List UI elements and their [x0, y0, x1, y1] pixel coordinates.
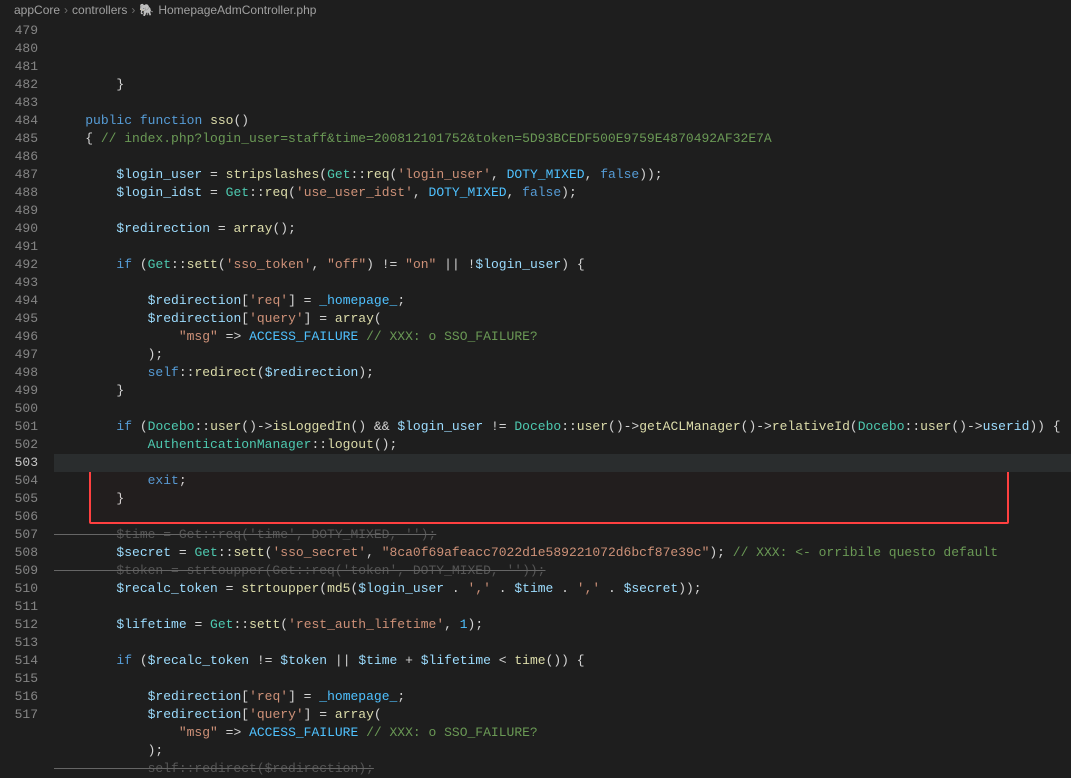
code-line[interactable]: $time = Get::req('time', DOTY_MIXED, '')…: [54, 526, 1071, 544]
line-number: 501: [0, 418, 38, 436]
line-number: 506: [0, 508, 38, 526]
breadcrumb-seg-0[interactable]: appCore: [14, 3, 60, 17]
code-line[interactable]: [54, 400, 1071, 418]
code-line[interactable]: if (Get::sett('sso_token', "off") != "on…: [54, 256, 1071, 274]
breadcrumb-seg-1[interactable]: controllers: [72, 3, 127, 17]
code-line[interactable]: $login_user = stripslashes(Get::req('log…: [54, 166, 1071, 184]
code-line[interactable]: if ($recalc_token != $token || $time + $…: [54, 652, 1071, 670]
code-line[interactable]: [54, 670, 1071, 688]
breadcrumb-sep-icon: ›: [131, 3, 135, 17]
line-number: 507: [0, 526, 38, 544]
code-line[interactable]: { // index.php?login_user=staff&time=200…: [54, 130, 1071, 148]
line-number: 509: [0, 562, 38, 580]
code-line[interactable]: [54, 634, 1071, 652]
code-line[interactable]: $login_idst = Get::req('use_user_idst', …: [54, 184, 1071, 202]
line-number: 481: [0, 58, 38, 76]
code-editor[interactable]: 4794804814824834844854864874884894904914…: [0, 22, 1071, 756]
code-line[interactable]: self::redirect($redirection);: [54, 760, 1071, 778]
php-icon: 🐘: [139, 3, 154, 17]
line-number: 498: [0, 364, 38, 382]
line-number: 514: [0, 652, 38, 670]
code-line[interactable]: $secret = Get::sett('sso_secret', "8ca0f…: [54, 544, 1071, 562]
code-line[interactable]: }: [54, 490, 1071, 508]
breadcrumb-sep-icon: ›: [64, 3, 68, 17]
code-area[interactable]: } public function sso() { // index.php?l…: [54, 22, 1071, 756]
line-number: 485: [0, 130, 38, 148]
code-line[interactable]: $redirection['req'] = _homepage_;: [54, 292, 1071, 310]
line-number: 504: [0, 472, 38, 490]
code-line[interactable]: $redirection['query'] = array(: [54, 310, 1071, 328]
code-line[interactable]: [54, 148, 1071, 166]
line-number: 508: [0, 544, 38, 562]
code-line[interactable]: [54, 274, 1071, 292]
line-number: 505: [0, 490, 38, 508]
line-number: 491: [0, 238, 38, 256]
line-number: 484: [0, 112, 38, 130]
code-line[interactable]: $lifetime = Get::sett('rest_auth_lifetim…: [54, 616, 1071, 634]
line-number: 490: [0, 220, 38, 238]
line-number: 503: [0, 454, 38, 472]
breadcrumb[interactable]: appCore › controllers › 🐘 HomepageAdmCon…: [0, 0, 1071, 22]
line-number: 492: [0, 256, 38, 274]
line-number: 489: [0, 202, 38, 220]
code-line[interactable]: if (Docebo::user()->isLoggedIn() && $log…: [54, 418, 1071, 436]
line-number: 494: [0, 292, 38, 310]
code-line[interactable]: public function sso(): [54, 112, 1071, 130]
code-line[interactable]: $redirection['query'] = array(: [54, 706, 1071, 724]
line-number: 497: [0, 346, 38, 364]
code-line[interactable]: }: [54, 76, 1071, 94]
line-number: 510: [0, 580, 38, 598]
line-number: 513: [0, 634, 38, 652]
code-line[interactable]: [54, 508, 1071, 526]
code-line[interactable]: [54, 202, 1071, 220]
code-line[interactable]: $recalc_token = strtoupper(md5($login_us…: [54, 580, 1071, 598]
line-number: 499: [0, 382, 38, 400]
code-line[interactable]: "msg" => ACCESS_FAILURE // XXX: o SSO_FA…: [54, 328, 1071, 346]
breadcrumb-seg-2[interactable]: HomepageAdmController.php: [158, 3, 316, 17]
line-number: 502: [0, 436, 38, 454]
code-line[interactable]: $redirection = array();: [54, 220, 1071, 238]
code-line[interactable]: self::redirect($redirection);: [54, 364, 1071, 382]
code-line[interactable]: AuthenticationManager::logout();: [54, 436, 1071, 454]
line-number: 516: [0, 688, 38, 706]
line-number: 480: [0, 40, 38, 58]
line-number: 493: [0, 274, 38, 292]
code-line[interactable]: $token = strtoupper(Get::req('token', DO…: [54, 562, 1071, 580]
code-line[interactable]: );: [54, 346, 1071, 364]
code-line[interactable]: "msg" => ACCESS_FAILURE // XXX: o SSO_FA…: [54, 724, 1071, 742]
code-line[interactable]: );: [54, 742, 1071, 760]
code-line[interactable]: [54, 238, 1071, 256]
line-number: 511: [0, 598, 38, 616]
code-line[interactable]: $redirection['req'] = _homepage_;: [54, 688, 1071, 706]
line-number: 495: [0, 310, 38, 328]
line-number-gutter: 4794804814824834844854864874884894904914…: [0, 22, 54, 756]
line-number: 486: [0, 148, 38, 166]
line-number: 483: [0, 94, 38, 112]
code-line[interactable]: }: [54, 382, 1071, 400]
code-line[interactable]: exit;: [54, 472, 1071, 490]
line-number: 500: [0, 400, 38, 418]
code-line[interactable]: [54, 598, 1071, 616]
line-number: 512: [0, 616, 38, 634]
line-number: 482: [0, 76, 38, 94]
line-number: 517: [0, 706, 38, 724]
line-number: 487: [0, 166, 38, 184]
current-line-highlight: [54, 454, 1071, 472]
line-number: 496: [0, 328, 38, 346]
line-number: 479: [0, 22, 38, 40]
line-number: 515: [0, 670, 38, 688]
code-line[interactable]: [54, 94, 1071, 112]
line-number: 488: [0, 184, 38, 202]
